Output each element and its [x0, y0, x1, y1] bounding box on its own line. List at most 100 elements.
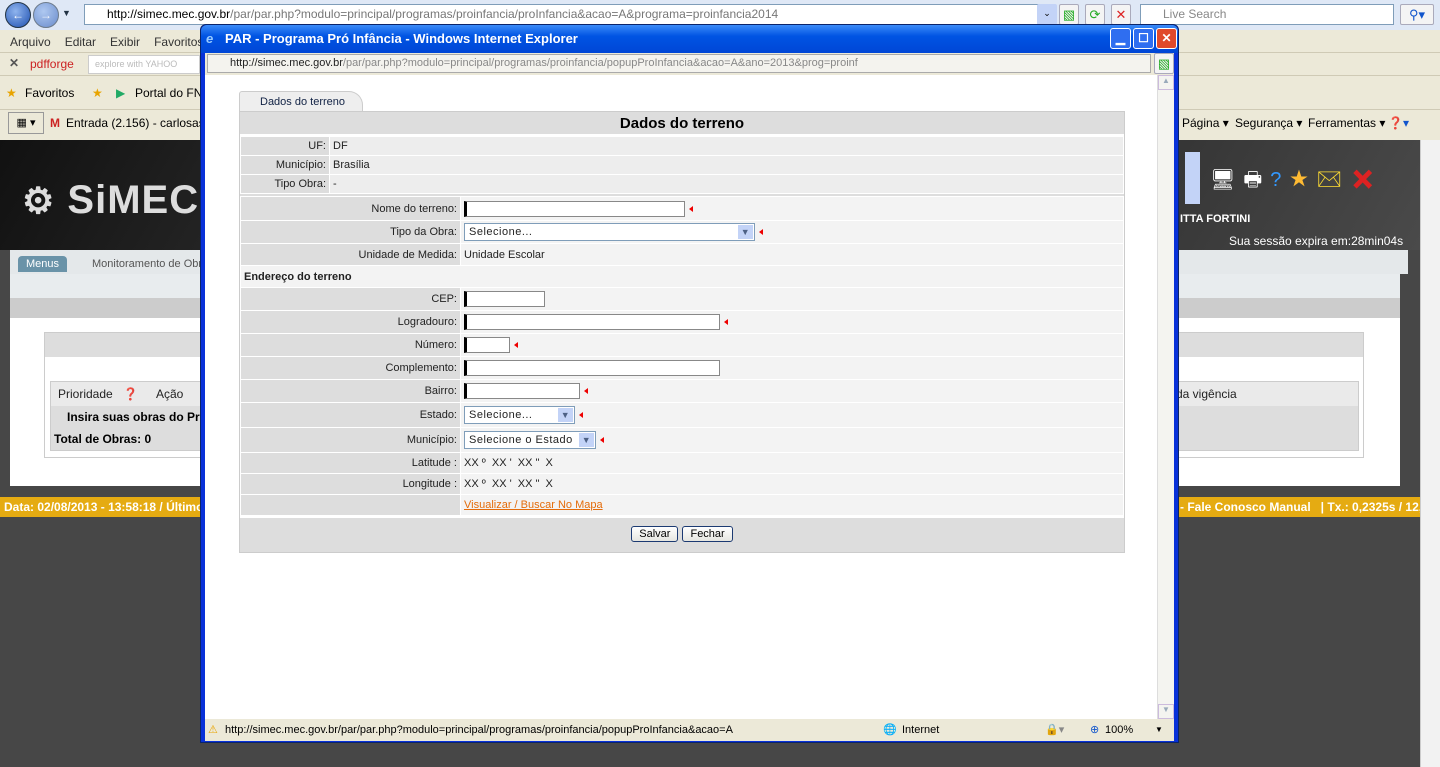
estado-select[interactable]: Selecione... ▼ — [464, 406, 575, 424]
mail-icon[interactable]: ✉ — [1317, 169, 1350, 191]
map-link[interactable]: Visualizar / Buscar No Mapa — [464, 499, 603, 511]
search-input[interactable]: Live Search — [1140, 4, 1394, 25]
refresh-icon[interactable]: ⟳ — [1085, 4, 1105, 25]
scroll-down-icon[interactable]: ▼ — [1158, 704, 1174, 719]
cep-input[interactable] — [464, 291, 545, 307]
popup-url-host: http://simec.mec.gov.br — [230, 57, 343, 69]
required-icon — [759, 229, 763, 235]
stop-icon[interactable]: ✕ — [1111, 4, 1131, 25]
menu-editar[interactable]: Editar — [65, 35, 96, 49]
forward-button[interactable]: → — [33, 2, 59, 28]
monitor-icon[interactable]: 🖥 — [1210, 169, 1243, 191]
yahoo-search-input[interactable]: explore with YAHOO — [88, 55, 200, 74]
municipio-label: Município: — [240, 155, 330, 175]
municipio-field-label: Município: — [240, 427, 461, 453]
favorites-star-icon: ★ — [6, 86, 17, 100]
close-button[interactable]: ✕ — [1156, 28, 1177, 49]
menu-favoritos[interactable]: Favoritos — [154, 35, 203, 49]
chevron-down-icon: ▼ — [738, 225, 753, 239]
dados-terreno-form: Dados do terreno UF: DF Município: Brasíli… — [239, 111, 1125, 553]
favorites-button[interactable]: Favoritos — [25, 77, 74, 110]
menu-exibir[interactable]: Exibir — [110, 35, 140, 49]
popup-url-path: /par/par.php?modulo=principal/programas/… — [342, 57, 858, 69]
maximize-button[interactable]: ☐ — [1133, 28, 1154, 49]
popup-title-bar[interactable]: e PAR - Programa Pró Infância - Windows … — [201, 25, 1178, 53]
dropdown-icon[interactable] — [1185, 152, 1200, 204]
close-toolbar-icon[interactable]: ✕ — [9, 56, 19, 70]
header-prioridade: Prioridade — [58, 387, 113, 401]
zoom-icon[interactable]: ⊕ — [1090, 719, 1099, 741]
address-dropdown-icon[interactable]: ⌄ — [1037, 4, 1057, 25]
popup-scrollbar[interactable]: ▲ ▼ — [1157, 75, 1174, 719]
compat-view-icon[interactable]: ▧ — [1059, 4, 1079, 25]
menu-pagina[interactable]: Página ▾ — [1182, 110, 1229, 136]
footer-date: Data: 02/08/2013 - 13:58:18 / Último ac — [4, 500, 221, 514]
tab-dados-terreno[interactable]: Dados do terreno — [239, 91, 363, 112]
nome-terreno-input[interactable] — [464, 200, 685, 217]
popup-address-row: http://simec.mec.gov.br/par/par.php?modu… — [205, 53, 1174, 75]
status-url: http://simec.mec.gov.br/par/par.php?modu… — [225, 724, 733, 736]
zoom-level[interactable]: 100% — [1105, 719, 1133, 741]
address-bar[interactable]: http://simec.mec.gov.br/par/par.php?modu… — [84, 4, 1054, 25]
popup-address-bar[interactable]: http://simec.mec.gov.br/par/par.php?modu… — [207, 54, 1151, 73]
security-zone: Internet — [902, 724, 940, 736]
header-vigencia: da vigência — [1176, 387, 1237, 401]
address-host: http://simec.mec.gov.br — [107, 7, 231, 21]
bairro-input[interactable] — [464, 383, 580, 399]
printer-icon[interactable]: 🖶 — [1243, 169, 1270, 191]
browser-tab[interactable]: Entrada (2.156) - carlosasfo — [66, 110, 215, 136]
zoom-dropdown-icon[interactable]: ▼ — [1155, 719, 1163, 741]
button-row: Salvar Fechar — [240, 516, 1124, 550]
tab-monitoramento[interactable]: Monitoramento de Obras — [92, 258, 214, 270]
page-scrollbar[interactable] — [1420, 140, 1440, 767]
complemento-label: Complemento: — [240, 356, 461, 380]
history-dropdown-icon[interactable]: ▼ — [62, 8, 71, 18]
estado-label: Estado: — [240, 402, 461, 428]
complemento-input[interactable] — [464, 360, 720, 376]
info-table: UF: DF Município: Brasília Tipo Obra: - — [240, 136, 1124, 194]
compat-view-icon[interactable]: ▧ — [1154, 53, 1174, 74]
protected-mode-icon[interactable]: 🔒▾ — [1045, 719, 1064, 741]
menu-ferramentas[interactable]: Ferramentas ▾ — [1308, 110, 1385, 136]
required-icon — [579, 412, 583, 418]
user-name: ITTA FORTINI — [1180, 213, 1251, 225]
help-icon[interactable]: ❓▾ — [1388, 110, 1409, 136]
warning-icon: ⚠ — [208, 724, 218, 736]
scroll-up-icon[interactable]: ▲ — [1158, 75, 1174, 90]
search-button[interactable]: ⚲▾ — [1400, 4, 1434, 25]
numero-label: Número: — [240, 333, 461, 357]
popup-status-bar: ⚠ http://simec.mec.gov.br/par/par.php?mo… — [205, 719, 1174, 741]
logradouro-input[interactable] — [464, 314, 720, 330]
help-icon[interactable]: ? — [1270, 169, 1289, 191]
popup-title: PAR - Programa Pró Infância - Windows In… — [225, 31, 578, 46]
star-icon[interactable]: ★ — [1289, 169, 1316, 191]
municipio-selected: Selecione o Estado — [469, 434, 573, 446]
municipio-value: Brasília — [329, 155, 1124, 175]
close-form-button[interactable]: Fechar — [682, 526, 733, 542]
help-icon[interactable]: ❓ — [123, 382, 138, 406]
menu-seguranca[interactable]: Segurança ▾ — [1235, 110, 1302, 136]
chevron-down-icon: ▼ — [558, 408, 573, 422]
add-favorite-icon[interactable]: ★ — [92, 77, 103, 110]
popup-content: ▲ ▼ Dados do terreno Dados do terreno UF… — [205, 75, 1174, 719]
quick-tabs-icon[interactable]: ▦ ▾ — [8, 112, 44, 134]
tipo-obra-select[interactable]: Selecione... ▼ — [464, 223, 755, 241]
ie-icon: e — [206, 31, 214, 46]
uf-label: UF: — [240, 136, 330, 156]
session-timer: Sua sessão expira em:28min04s — [1229, 234, 1404, 248]
endereco-section: Endereço do terreno — [240, 265, 1124, 288]
longitude-value: XX º XX ' XX " X — [460, 473, 1124, 495]
tab-menus[interactable]: Menus — [18, 256, 68, 272]
unidade-value: Unidade Escolar — [460, 243, 1124, 266]
globe-icon: 🌐 — [883, 724, 897, 736]
back-button[interactable]: ← — [5, 2, 31, 28]
save-button[interactable]: Salvar — [631, 526, 679, 542]
municipio-select[interactable]: Selecione o Estado ▼ — [464, 431, 596, 449]
menu-arquivo[interactable]: Arquivo — [10, 35, 51, 49]
numero-input[interactable] — [464, 337, 510, 353]
logout-icon[interactable]: ✖ — [1350, 169, 1383, 191]
nome-label: Nome do terreno: — [240, 196, 461, 221]
footer-links[interactable]: - Fale Conosco Manual | Tx.: 0,2325s / 1… — [1180, 497, 1435, 517]
unidade-label: Unidade de Medida: — [240, 243, 461, 266]
minimize-button[interactable]: ▁ — [1110, 28, 1131, 49]
